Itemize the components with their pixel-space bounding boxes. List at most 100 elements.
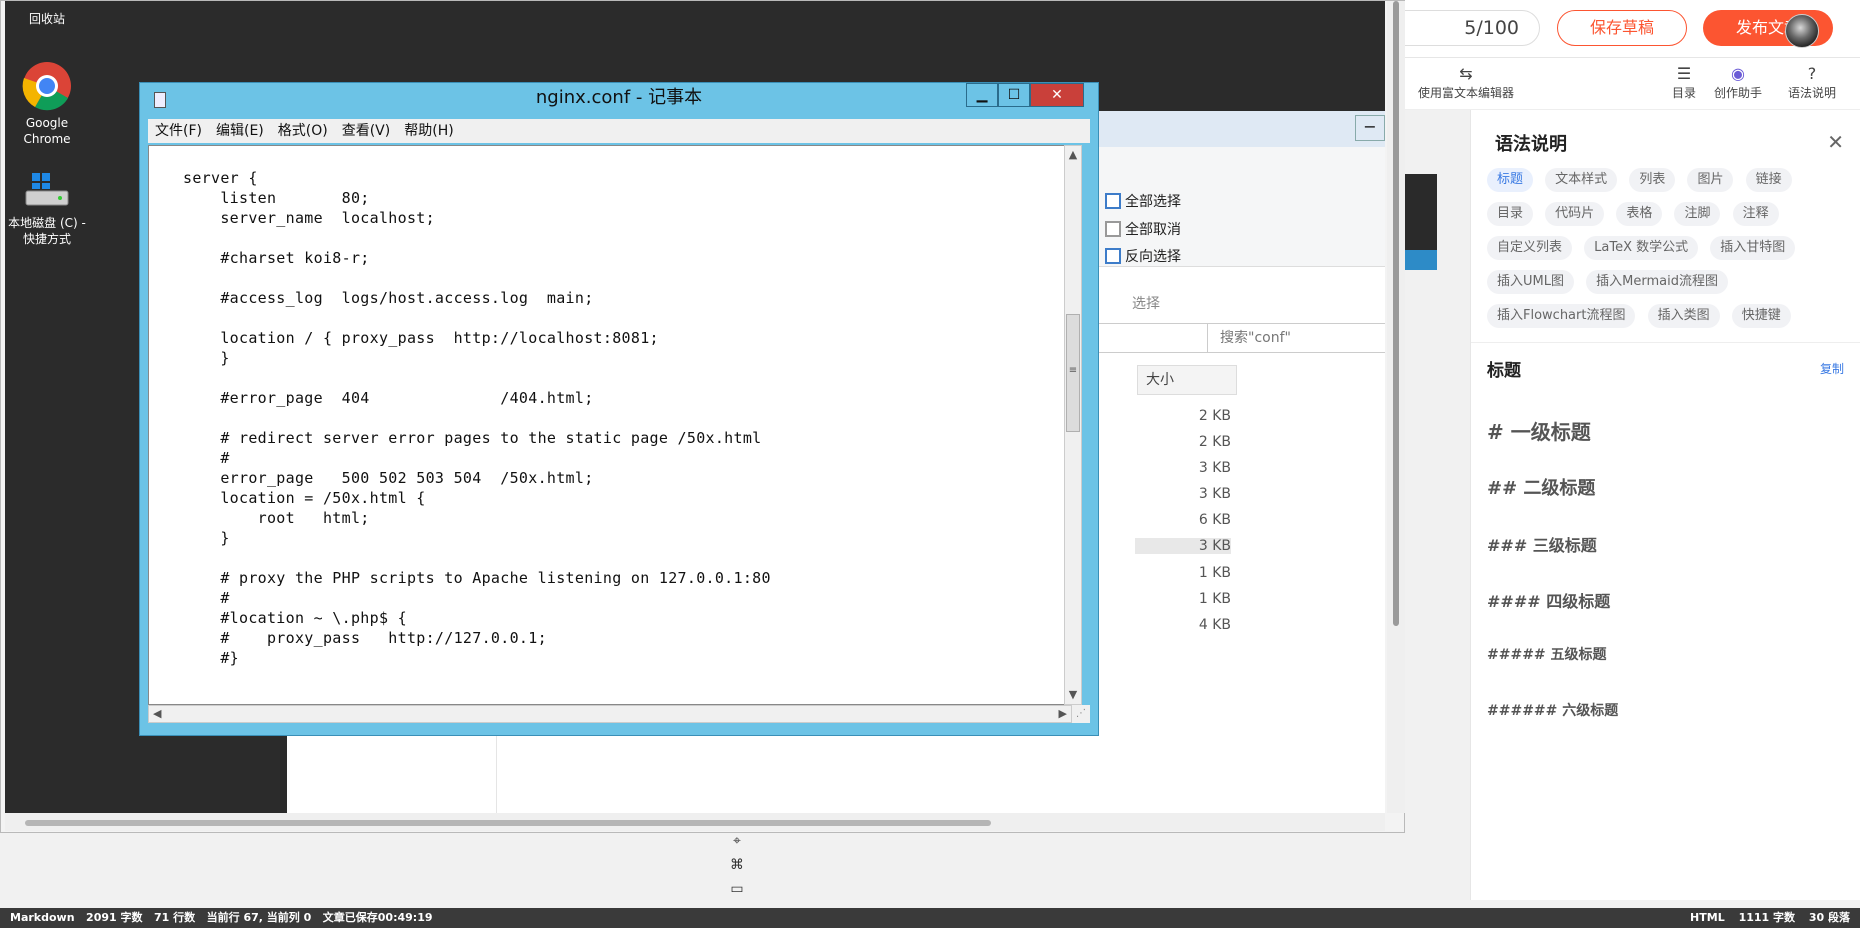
toc-button[interactable]: ☰ 目录	[1672, 64, 1696, 101]
local-disk-label: 本地磁盘 (C) - 快捷方式	[8, 216, 86, 246]
status-cursor: 当前行 67, 当前列 0	[206, 911, 312, 924]
chip-latex[interactable]: LaTeX 数学公式	[1584, 236, 1699, 260]
monitor-icon[interactable]: ▭	[722, 881, 752, 905]
file-size: 4 KB	[1198, 617, 1231, 633]
chip-custom-list[interactable]: 自定义列表	[1487, 236, 1573, 260]
chip-flowchart[interactable]: 插入Flowchart流程图	[1487, 304, 1636, 328]
notepad-horizontal-scrollbar[interactable]: ◀ ▶	[148, 705, 1072, 723]
heading-example-h2: ## 二级标题	[1487, 478, 1596, 499]
chip-list[interactable]: 列表	[1629, 168, 1676, 192]
chip-heading[interactable]: 标题	[1487, 168, 1534, 192]
rdp-horizontal-scrollbar[interactable]	[5, 813, 1385, 831]
chip-code[interactable]: 代码片	[1545, 202, 1605, 226]
chip-footnote[interactable]: 注脚	[1674, 202, 1721, 226]
explorer-nav-pane	[287, 731, 497, 813]
scroll-thumb[interactable]: ≡	[1066, 314, 1080, 432]
menu-view[interactable]: 查看(V)	[335, 119, 398, 143]
select-all-label: 全部选择	[1125, 194, 1181, 210]
heading-example-h1: # 一级标题	[1487, 420, 1591, 444]
chip-mermaid[interactable]: 插入Mermaid流程图	[1586, 270, 1728, 294]
scroll-up-icon[interactable]: ▲	[1066, 146, 1080, 164]
file-size: 1 KB	[1198, 565, 1231, 581]
select-all-icon	[1105, 193, 1121, 209]
toc-label: 目录	[1672, 86, 1697, 100]
chip-gantt[interactable]: 插入甘特图	[1710, 236, 1796, 260]
select-none-icon	[1105, 221, 1121, 237]
assistant-button[interactable]: ◉ 创作助手	[1714, 64, 1762, 101]
help-topic-chips: 标题 文本样式 列表 图片 链接 目录 代码片 表格 注脚 注释 自定义列表 L…	[1487, 168, 1857, 338]
rdp-vertical-scrollbar[interactable]	[1387, 1, 1405, 813]
robot-icon: ◉	[1731, 64, 1745, 83]
syntax-help-button[interactable]: ? 语法说明	[1788, 64, 1836, 101]
scroll-down-icon[interactable]: ▼	[1066, 686, 1080, 704]
chip-table[interactable]: 表格	[1616, 202, 1663, 226]
notepad-text-area[interactable]: server { listen 80; server_name localhos…	[148, 145, 1072, 705]
minimize-button[interactable]: ▁	[966, 83, 998, 107]
file-size: 1 KB	[1198, 591, 1231, 607]
rdp-vscroll-thumb[interactable]	[1393, 1, 1399, 626]
move-icon[interactable]: ⌖	[722, 833, 752, 857]
fullscreen-icon[interactable]: ⌘	[722, 857, 752, 881]
notepad-menubar: 文件(F) 编辑(E) 格式(O) 查看(V) 帮助(H)	[148, 119, 1090, 143]
status-lines: 71 行数	[154, 911, 196, 924]
explorer-minimize-button[interactable]: −	[1355, 115, 1385, 141]
chip-uml[interactable]: 插入UML图	[1487, 270, 1574, 294]
save-draft-button[interactable]: 保存草稿	[1557, 10, 1687, 46]
maximize-button[interactable]: ☐	[998, 83, 1030, 107]
remote-desktop-window: 回收站 Google Chrome 本地磁盘 (C) - 快捷方式 − 全部选择…	[0, 0, 1405, 833]
chip-shortcuts[interactable]: 快捷键	[1731, 304, 1791, 328]
chip-text-style[interactable]: 文本样式	[1545, 168, 1618, 192]
notepad-vertical-scrollbar[interactable]: ▲ ≡ ▼	[1064, 145, 1082, 705]
file-size: 2 KB	[1198, 408, 1231, 424]
heading-example-h3: ### 三级标题	[1487, 536, 1597, 555]
recycle-bin-icon	[7, 1, 87, 11]
rdp-hscroll-thumb[interactable]	[25, 820, 991, 826]
remote-desktop: 回收站 Google Chrome 本地磁盘 (C) - 快捷方式 − 全部选择…	[5, 1, 1385, 813]
menu-help[interactable]: 帮助(H)	[397, 119, 460, 143]
close-button[interactable]: ✕	[1030, 83, 1084, 107]
chrome-label: Google Chrome	[23, 116, 71, 146]
rich-text-toggle[interactable]: ⇆ 使用富文本编辑器	[1418, 64, 1514, 101]
scroll-left-icon[interactable]: ◀	[153, 707, 161, 720]
chip-comment[interactable]: 注释	[1732, 202, 1779, 226]
invert-selection-label: 反向选择	[1125, 249, 1181, 265]
list-icon: ☰	[1676, 64, 1692, 83]
menu-file[interactable]: 文件(F)	[148, 119, 209, 143]
copy-link[interactable]: 复制	[1820, 360, 1844, 377]
file-size: 6 KB	[1198, 512, 1231, 528]
desktop-icon-recycle-bin[interactable]: 回收站	[7, 1, 87, 27]
invert-selection-button[interactable]: 反向选择	[1105, 246, 1181, 266]
scroll-right-icon[interactable]: ▶	[1059, 707, 1067, 720]
menu-edit[interactable]: 编辑(E)	[209, 119, 271, 143]
search-input[interactable]: 搜索"conf"	[1207, 323, 1385, 353]
select-all-button[interactable]: 全部选择	[1105, 191, 1181, 211]
resize-grip-icon[interactable]: ⋰	[1072, 705, 1090, 723]
heading-example-h4: #### 四级标题	[1487, 592, 1611, 611]
switch-arrows-icon: ⇆	[1459, 64, 1473, 83]
nginx-config-text: server { listen 80; server_name localhos…	[183, 169, 771, 667]
file-size: 2 KB	[1198, 434, 1231, 450]
column-header-size[interactable]: 大小	[1137, 365, 1237, 395]
close-icon[interactable]: ✕	[1827, 130, 1844, 154]
desktop-icon-local-disk[interactable]: 本地磁盘 (C) - 快捷方式	[7, 171, 87, 247]
desktop-icon-chrome[interactable]: Google Chrome	[7, 61, 87, 147]
chip-link[interactable]: 链接	[1745, 168, 1792, 192]
chip-image[interactable]: 图片	[1687, 168, 1734, 192]
status-saved: 文章已保存00:49:19	[322, 911, 433, 924]
heading-example-h5: ##### 五级标题	[1487, 647, 1607, 663]
user-avatar[interactable]	[1785, 14, 1819, 48]
menu-format[interactable]: 格式(O)	[271, 119, 335, 143]
chip-class-diagram[interactable]: 插入类图	[1647, 304, 1720, 328]
chrome-icon	[22, 62, 71, 111]
heading-example-h6: ###### 六级标题	[1487, 703, 1619, 719]
chip-toc[interactable]: 目录	[1487, 202, 1534, 226]
recycle-bin-label: 回收站	[28, 12, 65, 26]
status-right-paragraphs: 30 段落	[1808, 911, 1850, 924]
drive-icon	[25, 173, 69, 206]
assistant-label: 创作助手	[1714, 86, 1763, 100]
file-size: 3 KB	[1198, 486, 1231, 502]
editor-side-tools: ⌖ ⌘ ▭	[722, 833, 752, 908]
select-none-button[interactable]: 全部取消	[1105, 219, 1181, 239]
status-mode: Markdown	[10, 911, 75, 924]
editor-toolbar: ⇆ 使用富文本编辑器 ☰ 目录 ◉ 创作助手 ? 语法说明	[1400, 58, 1860, 110]
